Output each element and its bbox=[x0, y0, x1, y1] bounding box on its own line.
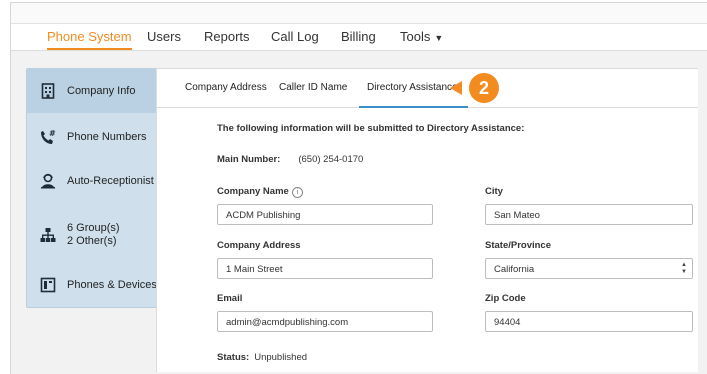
state-select-value: California bbox=[494, 264, 535, 275]
nav-phone-system[interactable]: Phone System bbox=[47, 24, 132, 50]
receptionist-icon bbox=[37, 173, 59, 189]
tab-bar: Company Address Caller ID Name Directory… bbox=[157, 69, 698, 108]
email-label: Email bbox=[217, 293, 243, 304]
step-callout-number: 2 bbox=[478, 78, 489, 98]
main-content: Company Address Caller ID Name Directory… bbox=[156, 68, 698, 372]
status-value: Unpublished bbox=[254, 352, 308, 363]
status-label: Status: bbox=[217, 352, 250, 363]
sidebar-item-label: Phones & Devices bbox=[67, 278, 157, 291]
tab-directory-assistance[interactable]: Directory Assistance bbox=[359, 69, 468, 108]
groups-count: 6 Group(s) bbox=[67, 222, 120, 234]
device-icon bbox=[37, 277, 59, 293]
state-select[interactable]: California ▲ ▼ bbox=[485, 258, 693, 279]
company-name-field[interactable]: ACDM Publishing bbox=[217, 204, 433, 225]
sidebar-item-auto-receptionist[interactable]: Auto-Receptionist bbox=[27, 161, 158, 201]
nav-tools-label: Tools bbox=[400, 29, 431, 44]
nav-users[interactable]: Users bbox=[147, 24, 181, 50]
phone-hash-icon: # bbox=[37, 129, 59, 145]
zip-field[interactable]: 94404 bbox=[485, 311, 693, 332]
nav-reports[interactable]: Reports bbox=[204, 24, 250, 50]
group-hierarchy-icon bbox=[37, 227, 59, 243]
main-number-row: Main Number: (650) 254-0170 bbox=[217, 154, 363, 165]
building-icon bbox=[37, 83, 59, 99]
main-number-label: Main Number: bbox=[217, 154, 281, 165]
sidebar: Company Info # Phone Numbers Auto-Recept… bbox=[26, 68, 159, 308]
company-address-label: Company Address bbox=[217, 240, 301, 251]
top-strip bbox=[11, 3, 707, 24]
status-row: Status: Unpublished bbox=[217, 352, 307, 363]
sidebar-item-label: 6 Group(s) 2 Other(s) bbox=[67, 222, 120, 248]
select-arrows-icon: ▲ ▼ bbox=[681, 262, 687, 275]
nav-tools[interactable]: Tools ▼ bbox=[400, 24, 443, 50]
intro-text: The following information will be submit… bbox=[217, 123, 525, 134]
company-name-label-text: Company Name bbox=[217, 186, 289, 197]
tab-company-address[interactable]: Company Address bbox=[185, 69, 267, 107]
nav-billing[interactable]: Billing bbox=[341, 24, 376, 50]
nav-call-log[interactable]: Call Log bbox=[271, 24, 319, 50]
city-field[interactable]: San Mateo bbox=[485, 204, 693, 225]
sidebar-item-phone-numbers[interactable]: # Phone Numbers bbox=[27, 117, 158, 157]
caret-down-icon: ▼ bbox=[434, 33, 444, 43]
city-label: City bbox=[485, 186, 503, 197]
tab-caller-id-name[interactable]: Caller ID Name bbox=[279, 69, 347, 107]
info-icon[interactable]: i bbox=[291, 187, 303, 198]
sidebar-item-label: Company Info bbox=[67, 84, 136, 97]
others-count: 2 Other(s) bbox=[67, 235, 117, 247]
company-name-label: Company Name i bbox=[217, 186, 303, 198]
email-field[interactable]: admin@acmdpublishing.com bbox=[217, 311, 433, 332]
sidebar-item-label: Auto-Receptionist bbox=[67, 174, 154, 187]
sidebar-item-phones-devices[interactable]: Phones & Devices bbox=[27, 265, 158, 305]
main-number-value: (650) 254-0170 bbox=[298, 154, 364, 165]
sidebar-item-company-info[interactable]: Company Info bbox=[27, 69, 158, 113]
company-address-field[interactable]: 1 Main Street bbox=[217, 258, 433, 279]
sidebar-item-label: Phone Numbers bbox=[67, 130, 147, 143]
svg-text:#: # bbox=[49, 129, 56, 138]
state-label: State/Province bbox=[485, 240, 551, 251]
top-nav: Phone System Users Reports Call Log Bill… bbox=[11, 24, 707, 51]
zip-label: Zip Code bbox=[485, 293, 526, 304]
sidebar-item-groups[interactable]: 6 Group(s) 2 Other(s) bbox=[27, 209, 158, 261]
